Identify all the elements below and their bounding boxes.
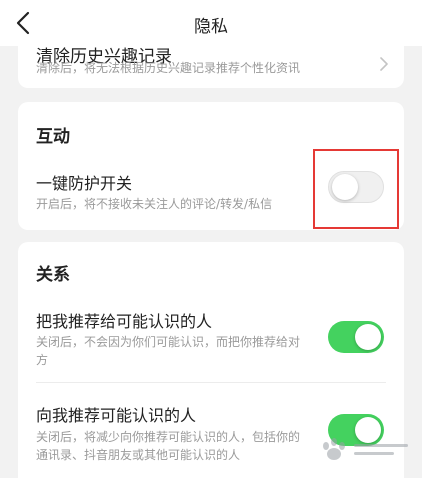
recommend-me-toggle[interactable] [328,321,384,353]
highlight-box [313,149,399,229]
relations-section-title: 关系 [36,265,70,285]
toggle-knob [355,324,381,350]
divider [36,382,386,383]
page-title: 隐私 [194,17,228,37]
recommend-to-me-subtitle-line2: 通讯录、抖音朋友或其他可能认识的人 [36,448,241,462]
protect-switch-title: 一键防护开关 [36,174,133,193]
protect-switch-subtitle: 开启后，将不接收未关注人的评论/转发/私信 [36,197,273,211]
recommend-to-me-title: 向我推荐可能认识的人 [36,406,197,425]
navigation-bar: 隐私 [0,0,422,46]
recommend-to-me-subtitle-line1: 关闭后，将减少向你推荐可能认识的人，包括你的 [36,430,301,444]
history-row-subtitle: 清除后，将无法根据历史兴趣记录推荐个性化资讯 [36,61,301,75]
chevron-right-icon[interactable] [378,56,390,72]
recommend-me-subtitle-line2: 方 [36,353,49,367]
baidu-paw-logo-icon [323,438,408,460]
recommend-me-title: 把我推荐给可能认识的人 [36,312,213,331]
recommend-me-subtitle-line1: 关闭后，不会因为你们可能认识，而把你推荐给对 [36,335,301,349]
interaction-section-title: 互动 [36,127,70,147]
